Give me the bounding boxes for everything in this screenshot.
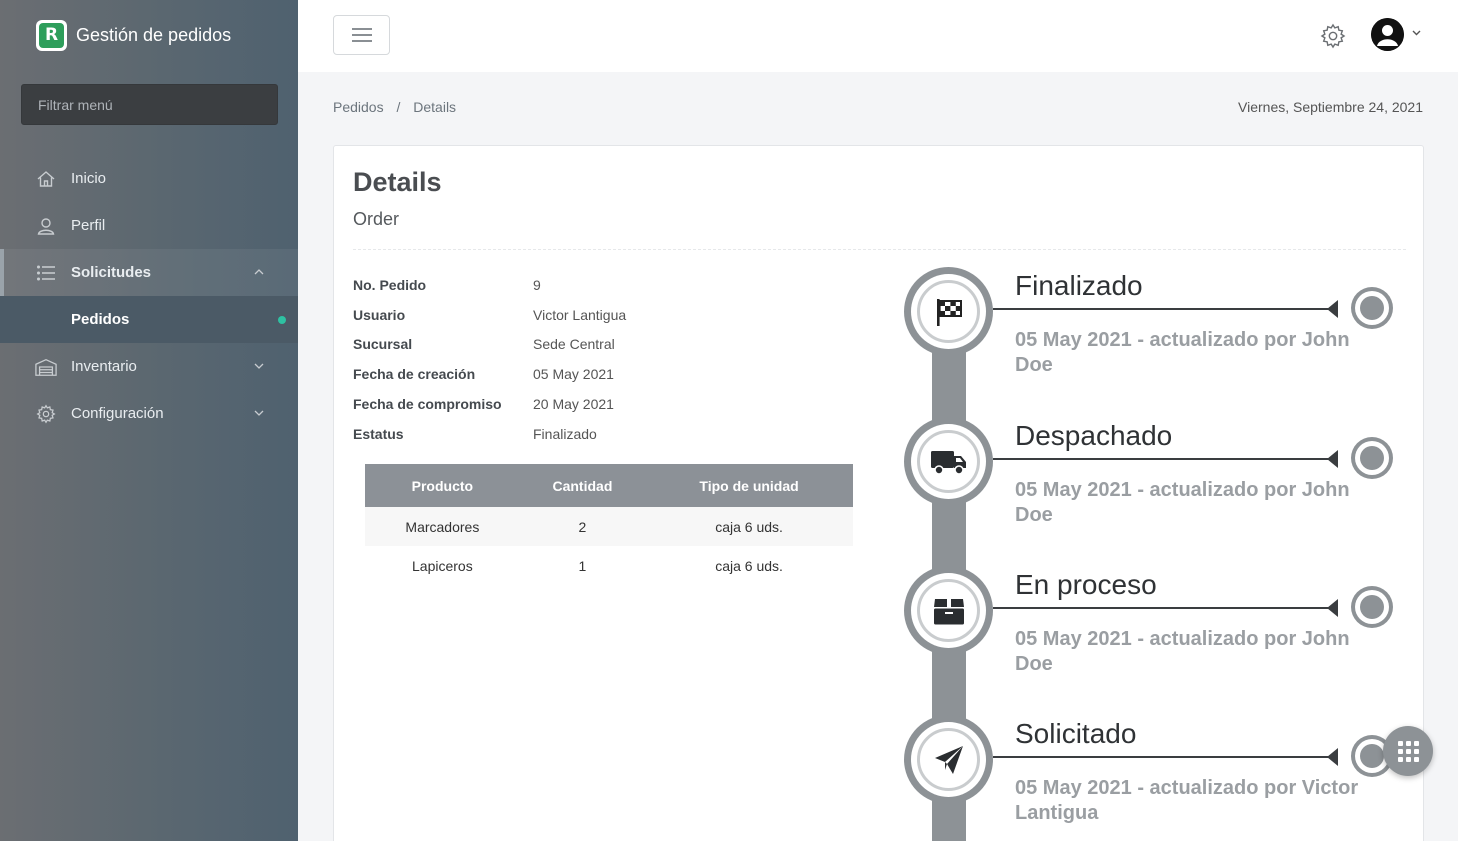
info-row-commitment: Fecha de compromiso 20 May 2021 (353, 396, 614, 413)
arrow-left-icon (1327, 450, 1338, 468)
column-header: Tipo de unidad (645, 464, 853, 507)
table-cell: 1 (578, 557, 587, 574)
apps-grid-button[interactable] (1383, 726, 1433, 776)
user-avatar-icon[interactable] (1371, 18, 1404, 51)
sidebar-item-label: Inventario (71, 358, 137, 375)
timeline-title: Despachado (1015, 420, 1173, 451)
sidebar-item-label: Inicio (71, 170, 107, 187)
chevron-down-icon (254, 360, 264, 372)
timeline-node (904, 267, 993, 356)
timeline-meta: 05 May 2021 - actualizado por John Doe (1015, 479, 1350, 526)
table-cell: caja 6 uds. (715, 557, 783, 574)
apps-grid-icon (1397, 740, 1419, 762)
timeline-node (904, 566, 993, 655)
timeline-end-dot (1351, 586, 1393, 628)
items-table: Producto Cantidad Tipo de unidad Marcado… (365, 464, 853, 585)
order-info: No. Pedido 9 Usuario Victor Lantigua Suc… (353, 270, 626, 449)
info-row-status: Estatus Finalizado (353, 425, 597, 442)
timeline-item: Finalizado 05 May 2021 - actualizado por… (904, 267, 1393, 417)
gear-icon (35, 403, 57, 425)
sidebar-item-label: Solicitudes (71, 264, 152, 281)
arrow-left-icon (1327, 599, 1338, 617)
info-row-branch: Sucursal Sede Central (353, 336, 615, 353)
checkered-flag-icon (917, 280, 980, 343)
sidebar-item-label: Perfil (71, 217, 106, 234)
page-subtitle: Order (353, 209, 400, 229)
timeline-node (904, 715, 993, 804)
timeline-item: En proceso 05 May 2021 - actualizado por… (904, 566, 1393, 716)
table-cell: Marcadores (365, 507, 520, 546)
settings-gear-icon[interactable] (1320, 23, 1346, 49)
paper-plane-icon (917, 728, 980, 791)
table-row: Lapiceros 1 caja 6 uds. (365, 546, 853, 585)
breadcrumb-current: Details (413, 99, 457, 115)
chevron-up-icon (254, 266, 264, 278)
sidebar-item-label: Configuración (71, 405, 164, 422)
warehouse-icon (35, 356, 57, 378)
timeline-title: Solicitado (1015, 718, 1137, 749)
chevron-down-icon (254, 407, 264, 419)
info-row-created: Fecha de creación 05 May 2021 (353, 366, 614, 383)
sidebar: R Gestión de pedidos Inicio Perfil Solic… (0, 0, 298, 841)
column-header: Cantidad (519, 464, 646, 507)
table-cell: caja 6 uds. (645, 507, 853, 546)
arrow-left-icon (1327, 300, 1338, 318)
breadcrumb-separator: / (396, 99, 401, 115)
sidebar-item-configuracion[interactable]: Configuración (0, 390, 298, 437)
app-title: Gestión de pedidos (76, 24, 232, 45)
table-row: Marcadores 2 caja 6 uds. (365, 507, 853, 546)
user-icon (35, 215, 57, 237)
active-indicator-dot (278, 316, 286, 324)
timeline-title: Finalizado (1015, 270, 1143, 301)
page-title: Details (353, 167, 442, 197)
sidebar-nav: Inicio Perfil Solicitudes Pedidos Invent… (0, 155, 298, 437)
sidebar-item-perfil[interactable]: Perfil (0, 202, 298, 249)
table-header-row: Producto Cantidad Tipo de unidad (365, 464, 853, 507)
sidebar-item-pedidos[interactable]: Pedidos (0, 296, 298, 343)
sidebar-item-label: Pedidos (71, 311, 130, 328)
arrow-left-icon (1327, 748, 1338, 766)
info-row-user: Usuario Victor Lantigua (353, 306, 627, 323)
timeline-end-dot (1351, 287, 1393, 329)
table-cell: Lapiceros (412, 557, 473, 574)
divider (353, 249, 1406, 250)
list-icon (35, 262, 57, 284)
menu-icon (351, 28, 372, 30)
timeline-node (904, 417, 993, 506)
app-logo: R (36, 19, 67, 51)
home-icon (35, 168, 57, 190)
menu-toggle-button[interactable] (333, 15, 390, 55)
timeline-item: Solicitado 05 May 2021 - actualizado por… (904, 715, 1393, 841)
sidebar-item-inicio[interactable]: Inicio (0, 155, 298, 202)
column-header: Producto (365, 464, 520, 507)
box-icon (917, 579, 980, 642)
timeline-meta: 05 May 2021 - actualizado por John Doe (1015, 329, 1350, 376)
breadcrumb-pedidos-link[interactable]: Pedidos (333, 99, 384, 115)
current-date: Viernes, Septiembre 24, 2021 (1238, 99, 1423, 115)
timeline-end-dot (1351, 437, 1393, 479)
menu-filter-input[interactable] (21, 84, 278, 125)
truck-icon (917, 430, 980, 493)
sidebar-item-inventario[interactable]: Inventario (0, 343, 298, 390)
timeline-title: En proceso (1015, 569, 1157, 600)
info-row-number: No. Pedido 9 (353, 276, 541, 293)
chevron-down-icon[interactable] (1412, 28, 1421, 39)
timeline-item: Despachado 05 May 2021 - actualizado por… (904, 417, 1393, 567)
brand[interactable]: R Gestión de pedidos (0, 0, 298, 70)
table-cell: 2 (519, 507, 646, 546)
timeline-meta: 05 May 2021 - actualizado por John Doe (1015, 628, 1350, 675)
timeline-meta: 05 May 2021 - actualizado por Victor Lan… (1015, 777, 1359, 824)
breadcrumb: Pedidos / Details (333, 99, 456, 115)
details-card: Details Order No. Pedido 9 Usuario Victo… (333, 145, 1424, 841)
top-bar (298, 0, 1458, 72)
sidebar-item-solicitudes[interactable]: Solicitudes (0, 249, 298, 296)
